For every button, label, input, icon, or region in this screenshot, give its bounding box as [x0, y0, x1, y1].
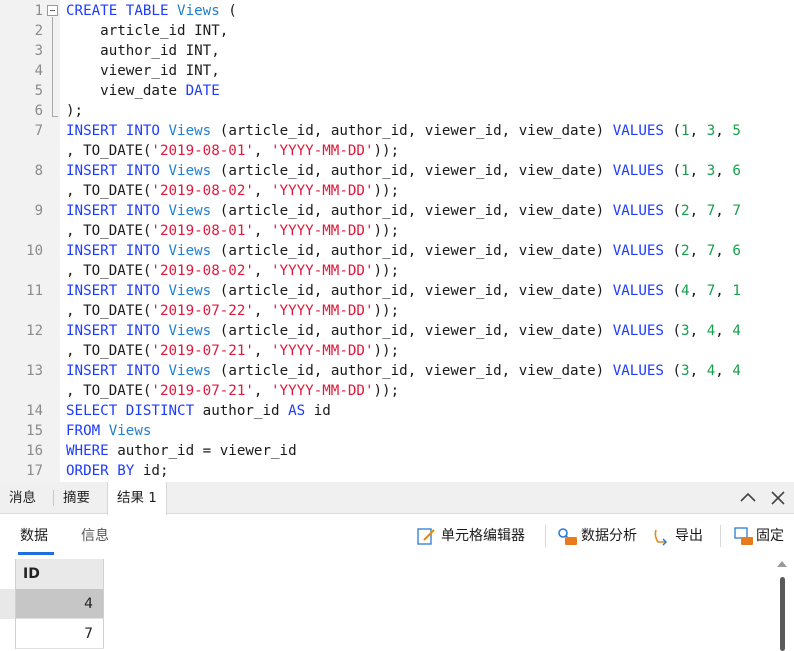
line-number: 17: [26, 463, 43, 479]
code-line-insert: INSERT INTO Views (article_id, author_id…: [66, 163, 741, 179]
line-number: [0, 181, 43, 201]
pencil-edit-icon[interactable]: [416, 526, 436, 546]
line-number: 14: [26, 403, 43, 419]
line-number: [0, 341, 43, 361]
line-number: [0, 301, 43, 321]
pin-button[interactable]: 固定: [756, 524, 784, 548]
panel-tab-bar: 消息 摘要 结果 1: [0, 482, 794, 515]
line-number: 6: [34, 103, 43, 119]
close-panel-icon[interactable]: [768, 488, 788, 508]
code-line-insert-cont: , TO_DATE('2019-08-02', 'YYYY-MM-DD'));: [66, 263, 400, 279]
active-subtab-indicator: [18, 552, 54, 555]
code-line-6: );: [66, 103, 84, 119]
line-number: 12: [26, 323, 43, 339]
code-line-5: view_date DATE: [66, 83, 220, 99]
code-line-insert: INSERT INTO Views (article_id, author_id…: [66, 123, 741, 139]
code-line-1: CREATE TABLE Views (: [66, 3, 237, 19]
result-panel: 消息 摘要 结果 1 数据 信息 单元格编辑器 数据分析 导出 固定 ID 4 …: [0, 482, 794, 651]
line-number: 3: [34, 43, 43, 59]
code-line-14: SELECT DISTINCT author_id AS id: [66, 403, 331, 419]
data-analysis-icon[interactable]: [556, 526, 577, 546]
export-icon[interactable]: [652, 526, 672, 546]
fold-guide: [52, 17, 53, 116]
vertical-scrollbar[interactable]: [780, 577, 785, 651]
line-number: [0, 141, 43, 161]
code-line-16: WHERE author_id = viewer_id: [66, 443, 297, 459]
subtab-info[interactable]: 信息: [81, 525, 109, 545]
code-line-insert-cont: , TO_DATE('2019-07-21', 'YYYY-MM-DD'));: [66, 383, 400, 399]
line-number: 13: [26, 363, 43, 379]
code-line-insert-cont: , TO_DATE('2019-07-21', 'YYYY-MM-DD'));: [66, 343, 400, 359]
collapse-panel-icon[interactable]: [738, 488, 758, 508]
code-line-insert: INSERT INTO Views (article_id, author_id…: [66, 363, 741, 379]
line-number: [0, 381, 43, 401]
grid-cell[interactable]: 4: [16, 589, 104, 619]
code-line-insert: INSERT INTO Views (article_id, author_id…: [66, 243, 741, 259]
cell-editor-button[interactable]: 单元格编辑器: [441, 524, 525, 548]
scroll-up-icon[interactable]: [777, 561, 787, 567]
row-selector[interactable]: [0, 589, 16, 619]
code-line-2: article_id INT,: [66, 23, 229, 39]
grid-cell[interactable]: 7: [16, 619, 104, 649]
code-line-insert: INSERT INTO Views (article_id, author_id…: [66, 323, 741, 339]
line-number: 11: [26, 283, 43, 299]
row-header-corner: [0, 559, 16, 589]
sql-editor[interactable]: 1 2 3 4 5 6 7 8 9 10 11 12 13 14 15 16 17 CREATE TABLE V…: [0, 0, 794, 482]
tab-result-1[interactable]: 结果 1: [107, 482, 167, 515]
code-line-insert: INSERT INTO Views (article_id, author_id…: [66, 203, 741, 219]
line-number: 2: [34, 23, 43, 39]
line-number: 10: [26, 243, 43, 259]
tab-messages[interactable]: 消息: [0, 482, 45, 514]
line-number: 8: [34, 163, 43, 179]
line-number: 9: [34, 203, 43, 219]
code-line-17: ORDER BY id;: [66, 463, 169, 479]
result-grid[interactable]: ID 4 7: [0, 557, 794, 651]
line-number: [0, 221, 43, 241]
export-button[interactable]: 导出: [675, 524, 703, 548]
fold-guide-end: [52, 116, 58, 117]
pin-icon[interactable]: [732, 526, 753, 546]
code-line-3: author_id INT,: [66, 43, 220, 59]
code-line-insert-cont: , TO_DATE('2019-07-22', 'YYYY-MM-DD'));: [66, 303, 400, 319]
line-number: 7: [34, 123, 43, 139]
data-analysis-button[interactable]: 数据分析: [581, 524, 637, 548]
line-number-gutter: 1 2 3 4 5 6 7 8 9 10 11 12 13 14 15 16 17: [0, 0, 60, 482]
line-number: 16: [26, 443, 43, 459]
line-number: 1: [34, 3, 43, 19]
line-number: 5: [34, 83, 43, 99]
line-number: 15: [26, 423, 43, 439]
code-line-insert-cont: , TO_DATE('2019-08-01', 'YYYY-MM-DD'));: [66, 223, 400, 239]
toolbar-divider: [720, 525, 721, 547]
fold-toggle-icon[interactable]: [47, 5, 58, 16]
column-header-id[interactable]: ID: [16, 559, 104, 589]
code-line-4: viewer_id INT,: [66, 63, 220, 79]
line-number: 4: [34, 63, 43, 79]
subtab-data[interactable]: 数据: [20, 525, 48, 545]
line-number: [0, 261, 43, 281]
tab-summary[interactable]: 摘要: [54, 482, 99, 514]
code-line-15: FROM Views: [66, 423, 152, 439]
row-selector[interactable]: [0, 619, 16, 649]
code-line-insert: INSERT INTO Views (article_id, author_id…: [66, 283, 741, 299]
code-line-insert-cont: , TO_DATE('2019-08-01', 'YYYY-MM-DD'));: [66, 143, 400, 159]
toolbar-divider: [545, 525, 546, 547]
code-line-insert-cont: , TO_DATE('2019-08-02', 'YYYY-MM-DD'));: [66, 183, 400, 199]
result-toolbar: 数据 信息 单元格编辑器 数据分析 导出 固定: [0, 515, 794, 557]
